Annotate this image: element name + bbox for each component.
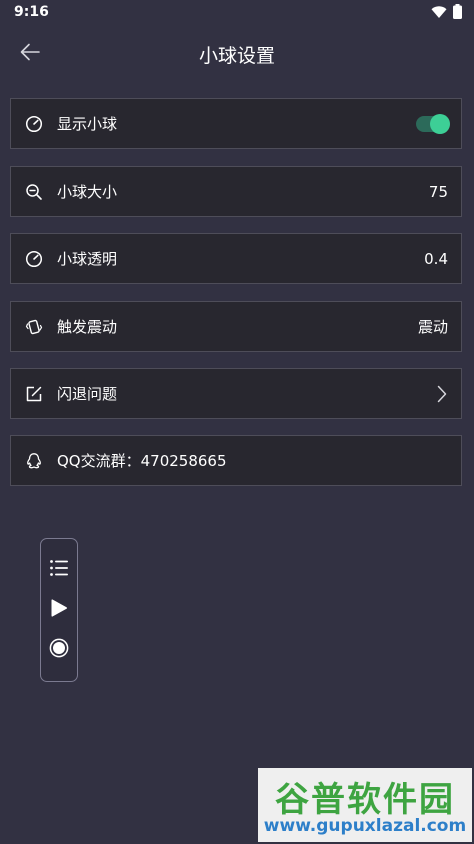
- qq-group-label: QQ交流群：470258665: [57, 452, 227, 470]
- play-icon: [50, 598, 68, 622]
- list-button[interactable]: [41, 555, 77, 585]
- status-icons: [431, 4, 462, 23]
- record-icon: [49, 638, 69, 662]
- qq-icon: [24, 451, 44, 471]
- setting-row-ball-size[interactable]: 小球大小 75: [10, 166, 462, 217]
- gauge-icon: [24, 114, 44, 134]
- status-time: 9:16: [14, 4, 49, 20]
- watermark-brand: 谷普软件园: [275, 780, 455, 820]
- record-button[interactable]: [41, 635, 77, 665]
- setting-label: 小球透明: [57, 250, 118, 268]
- vibrate-icon: [24, 317, 44, 337]
- vibration-value: 震动: [417, 318, 448, 336]
- zoom-icon: [24, 182, 44, 202]
- setting-label: 显示小球: [57, 115, 118, 133]
- ball-size-value: 75: [428, 182, 448, 201]
- setting-row-show-ball[interactable]: 显示小球: [10, 98, 462, 149]
- battery-icon: [453, 4, 462, 23]
- wifi-icon: [431, 4, 447, 23]
- status-bar: 9:16: [0, 0, 474, 26]
- toggle-knob: [430, 113, 450, 134]
- edit-icon: [24, 384, 44, 404]
- floating-ball-panel[interactable]: [40, 538, 78, 682]
- show-ball-toggle[interactable]: [416, 113, 450, 134]
- gauge-icon: [24, 249, 44, 269]
- play-button[interactable]: [41, 595, 77, 625]
- watermark-url: www.gupuxlazal.com: [263, 816, 467, 836]
- setting-row-crash[interactable]: 闪退问题: [10, 368, 462, 419]
- setting-row-ball-opacity[interactable]: 小球透明 0.4: [10, 233, 462, 284]
- setting-label: 小球大小: [57, 183, 118, 201]
- setting-label: 触发震动: [57, 318, 118, 336]
- setting-row-qq-group[interactable]: QQ交流群：470258665: [10, 435, 462, 486]
- setting-row-vibration[interactable]: 触发震动 震动: [10, 301, 462, 352]
- ball-opacity-value: 0.4: [424, 249, 448, 268]
- setting-label: 闪退问题: [57, 385, 118, 403]
- app-bar: 小球设置: [0, 26, 474, 82]
- list-icon: [49, 559, 69, 581]
- page-title: 小球设置: [198, 45, 275, 67]
- watermark: 谷普软件园 www.gupuxlazal.com: [258, 768, 472, 842]
- chevron-right-icon: [437, 385, 447, 403]
